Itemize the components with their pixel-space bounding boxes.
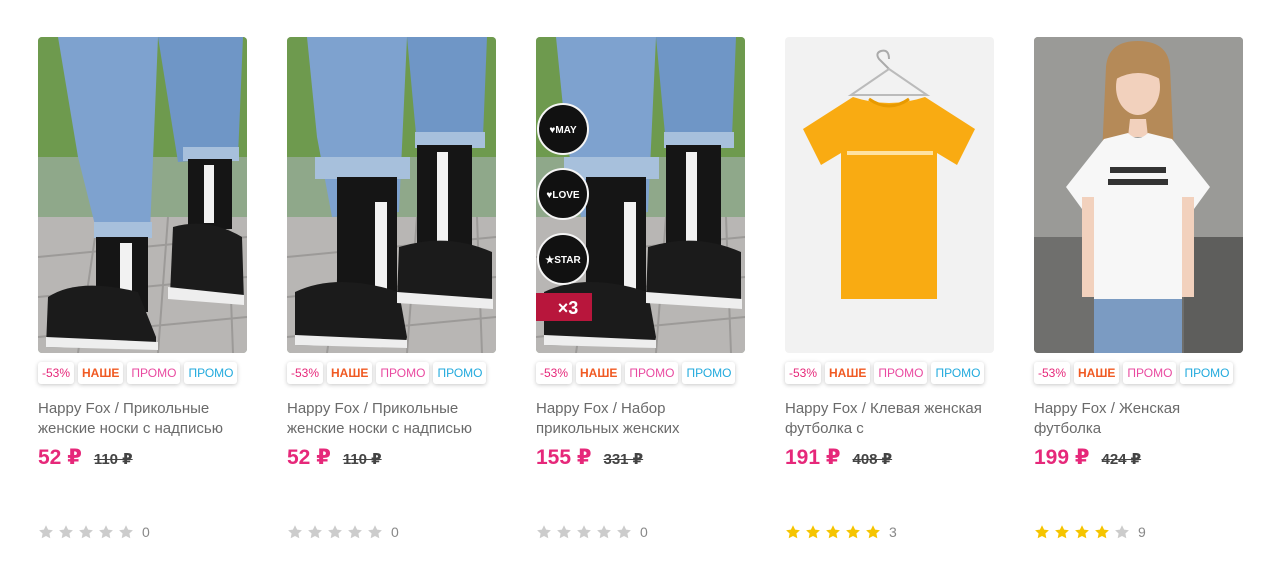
discount-badge: -53% bbox=[38, 362, 75, 384]
nashe-badge: НАШЕ bbox=[1074, 362, 1120, 384]
rating: 0 bbox=[287, 523, 399, 541]
discount-badge: -53% bbox=[1034, 362, 1071, 384]
price-block: 191 ₽ 408 ₽ bbox=[785, 445, 892, 471]
star-icon bbox=[1074, 524, 1090, 540]
pack-count-label: ×3 bbox=[558, 298, 579, 318]
star-icon bbox=[38, 524, 54, 540]
product-title[interactable]: Happy Fox / Клевая женская футболка с bbox=[785, 399, 995, 439]
product-card[interactable]: -53% НАШЕ ПРОМО ПРОМО Happy Fox / Прикол… bbox=[38, 37, 248, 552]
star-icon bbox=[616, 524, 632, 540]
promo-badge: ПРОМО bbox=[682, 362, 736, 384]
promo-badge: ПРОМО bbox=[931, 362, 985, 384]
current-price: 52 ₽ bbox=[38, 446, 82, 469]
discount-badge: -53% bbox=[536, 362, 573, 384]
badges: -53% НАШЕ ПРОМО ПРОМО bbox=[1034, 362, 1234, 384]
star-icon bbox=[805, 524, 821, 540]
current-price: 199 ₽ bbox=[1034, 446, 1090, 469]
promo-badge: ПРОМО bbox=[1180, 362, 1234, 384]
star-icon bbox=[287, 524, 303, 540]
product-photo[interactable] bbox=[38, 37, 247, 353]
promo-badge: ПРОМО bbox=[874, 362, 928, 384]
review-count[interactable]: 0 bbox=[142, 524, 150, 540]
nashe-badge: НАШЕ bbox=[327, 362, 373, 384]
promo-badge: ПРОМО bbox=[433, 362, 487, 384]
badges: -53% НАШЕ ПРОМО ПРОМО bbox=[38, 362, 238, 384]
star-icon bbox=[1034, 524, 1050, 540]
rating: 9 bbox=[1034, 523, 1146, 541]
nashe-badge: НАШЕ bbox=[576, 362, 622, 384]
star-icon bbox=[347, 524, 363, 540]
star-icon bbox=[58, 524, 74, 540]
star-icon bbox=[118, 524, 134, 540]
star-icon bbox=[845, 524, 861, 540]
old-price: 408 ₽ bbox=[852, 451, 893, 468]
product-title[interactable]: Happy Fox / Женская футболка bbox=[1034, 399, 1244, 439]
price-block: 52 ₽ 110 ₽ bbox=[38, 445, 133, 471]
old-price: 110 ₽ bbox=[93, 451, 133, 468]
current-price: 155 ₽ bbox=[536, 446, 592, 469]
promo-badge: ПРОМО bbox=[127, 362, 181, 384]
star-icon bbox=[367, 524, 383, 540]
star-icon bbox=[307, 524, 323, 540]
price-block: 155 ₽ 331 ₽ bbox=[536, 445, 643, 471]
star-icon bbox=[785, 524, 801, 540]
star-icon bbox=[536, 524, 552, 540]
product-card[interactable]: ♥MAY ♥LOVE ★STAR ×3 -53% НАШЕ ПРОМО ПРОМ… bbox=[536, 37, 746, 552]
star-icon bbox=[1114, 524, 1130, 540]
review-count[interactable]: 9 bbox=[1138, 524, 1146, 540]
price-block: 199 ₽ 424 ₽ bbox=[1034, 445, 1141, 471]
product-photo[interactable] bbox=[785, 37, 994, 353]
socks-circle-label: ♥MAY bbox=[549, 125, 577, 136]
badges: -53% НАШЕ ПРОМО ПРОМО bbox=[785, 362, 985, 384]
review-count[interactable]: 3 bbox=[889, 524, 897, 540]
star-icon bbox=[596, 524, 612, 540]
star-icon bbox=[1094, 524, 1110, 540]
promo-badge: ПРОМО bbox=[184, 362, 238, 384]
product-grid: -53% НАШЕ ПРОМО ПРОМО Happy Fox / Прикол… bbox=[38, 37, 1258, 557]
review-count[interactable]: 0 bbox=[640, 524, 648, 540]
nashe-badge: НАШЕ bbox=[78, 362, 124, 384]
star-icon bbox=[78, 524, 94, 540]
badges: -53% НАШЕ ПРОМО ПРОМО bbox=[287, 362, 487, 384]
star-icon bbox=[825, 524, 841, 540]
product-photo[interactable] bbox=[287, 37, 496, 353]
product-title[interactable]: Happy Fox / Набор прикольных женских bbox=[536, 399, 746, 439]
star-icon bbox=[327, 524, 343, 540]
star-icon bbox=[98, 524, 114, 540]
promo-badge: ПРОМО bbox=[376, 362, 430, 384]
rating: 3 bbox=[785, 523, 897, 541]
product-card[interactable]: -53% НАШЕ ПРОМО ПРОМО Happy Fox / Прикол… bbox=[287, 37, 497, 552]
promo-badge: ПРОМО bbox=[1123, 362, 1177, 384]
product-card[interactable]: -53% НАШЕ ПРОМО ПРОМО Happy Fox / Женска… bbox=[1034, 37, 1244, 552]
review-count[interactable]: 0 bbox=[391, 524, 399, 540]
old-price: 110 ₽ bbox=[342, 451, 382, 468]
product-title[interactable]: Happy Fox / Прикольные женские носки с н… bbox=[38, 399, 248, 439]
rating: 0 bbox=[536, 523, 648, 541]
rating: 0 bbox=[38, 523, 150, 541]
old-price: 331 ₽ bbox=[603, 451, 644, 468]
star-icon bbox=[556, 524, 572, 540]
discount-badge: -53% bbox=[785, 362, 822, 384]
promo-badge: ПРОМО bbox=[625, 362, 679, 384]
price-block: 52 ₽ 110 ₽ bbox=[287, 445, 382, 471]
product-photo[interactable]: ♥MAY ♥LOVE ★STAR ×3 bbox=[536, 37, 745, 353]
discount-badge: -53% bbox=[287, 362, 324, 384]
product-card[interactable]: -53% НАШЕ ПРОМО ПРОМО Happy Fox / Клевая… bbox=[785, 37, 995, 552]
star-icon bbox=[1054, 524, 1070, 540]
current-price: 191 ₽ bbox=[785, 446, 841, 469]
nashe-badge: НАШЕ bbox=[825, 362, 871, 384]
old-price: 424 ₽ bbox=[1101, 451, 1142, 468]
star-icon bbox=[865, 524, 881, 540]
socks-circle-label: ★STAR bbox=[545, 255, 581, 266]
product-title[interactable]: Happy Fox / Прикольные женские носки с н… bbox=[287, 399, 497, 439]
current-price: 52 ₽ bbox=[287, 446, 331, 469]
socks-circle-label: ♥LOVE bbox=[546, 190, 579, 201]
product-photo[interactable] bbox=[1034, 37, 1243, 353]
badges: -53% НАШЕ ПРОМО ПРОМО bbox=[536, 362, 736, 384]
star-icon bbox=[576, 524, 592, 540]
